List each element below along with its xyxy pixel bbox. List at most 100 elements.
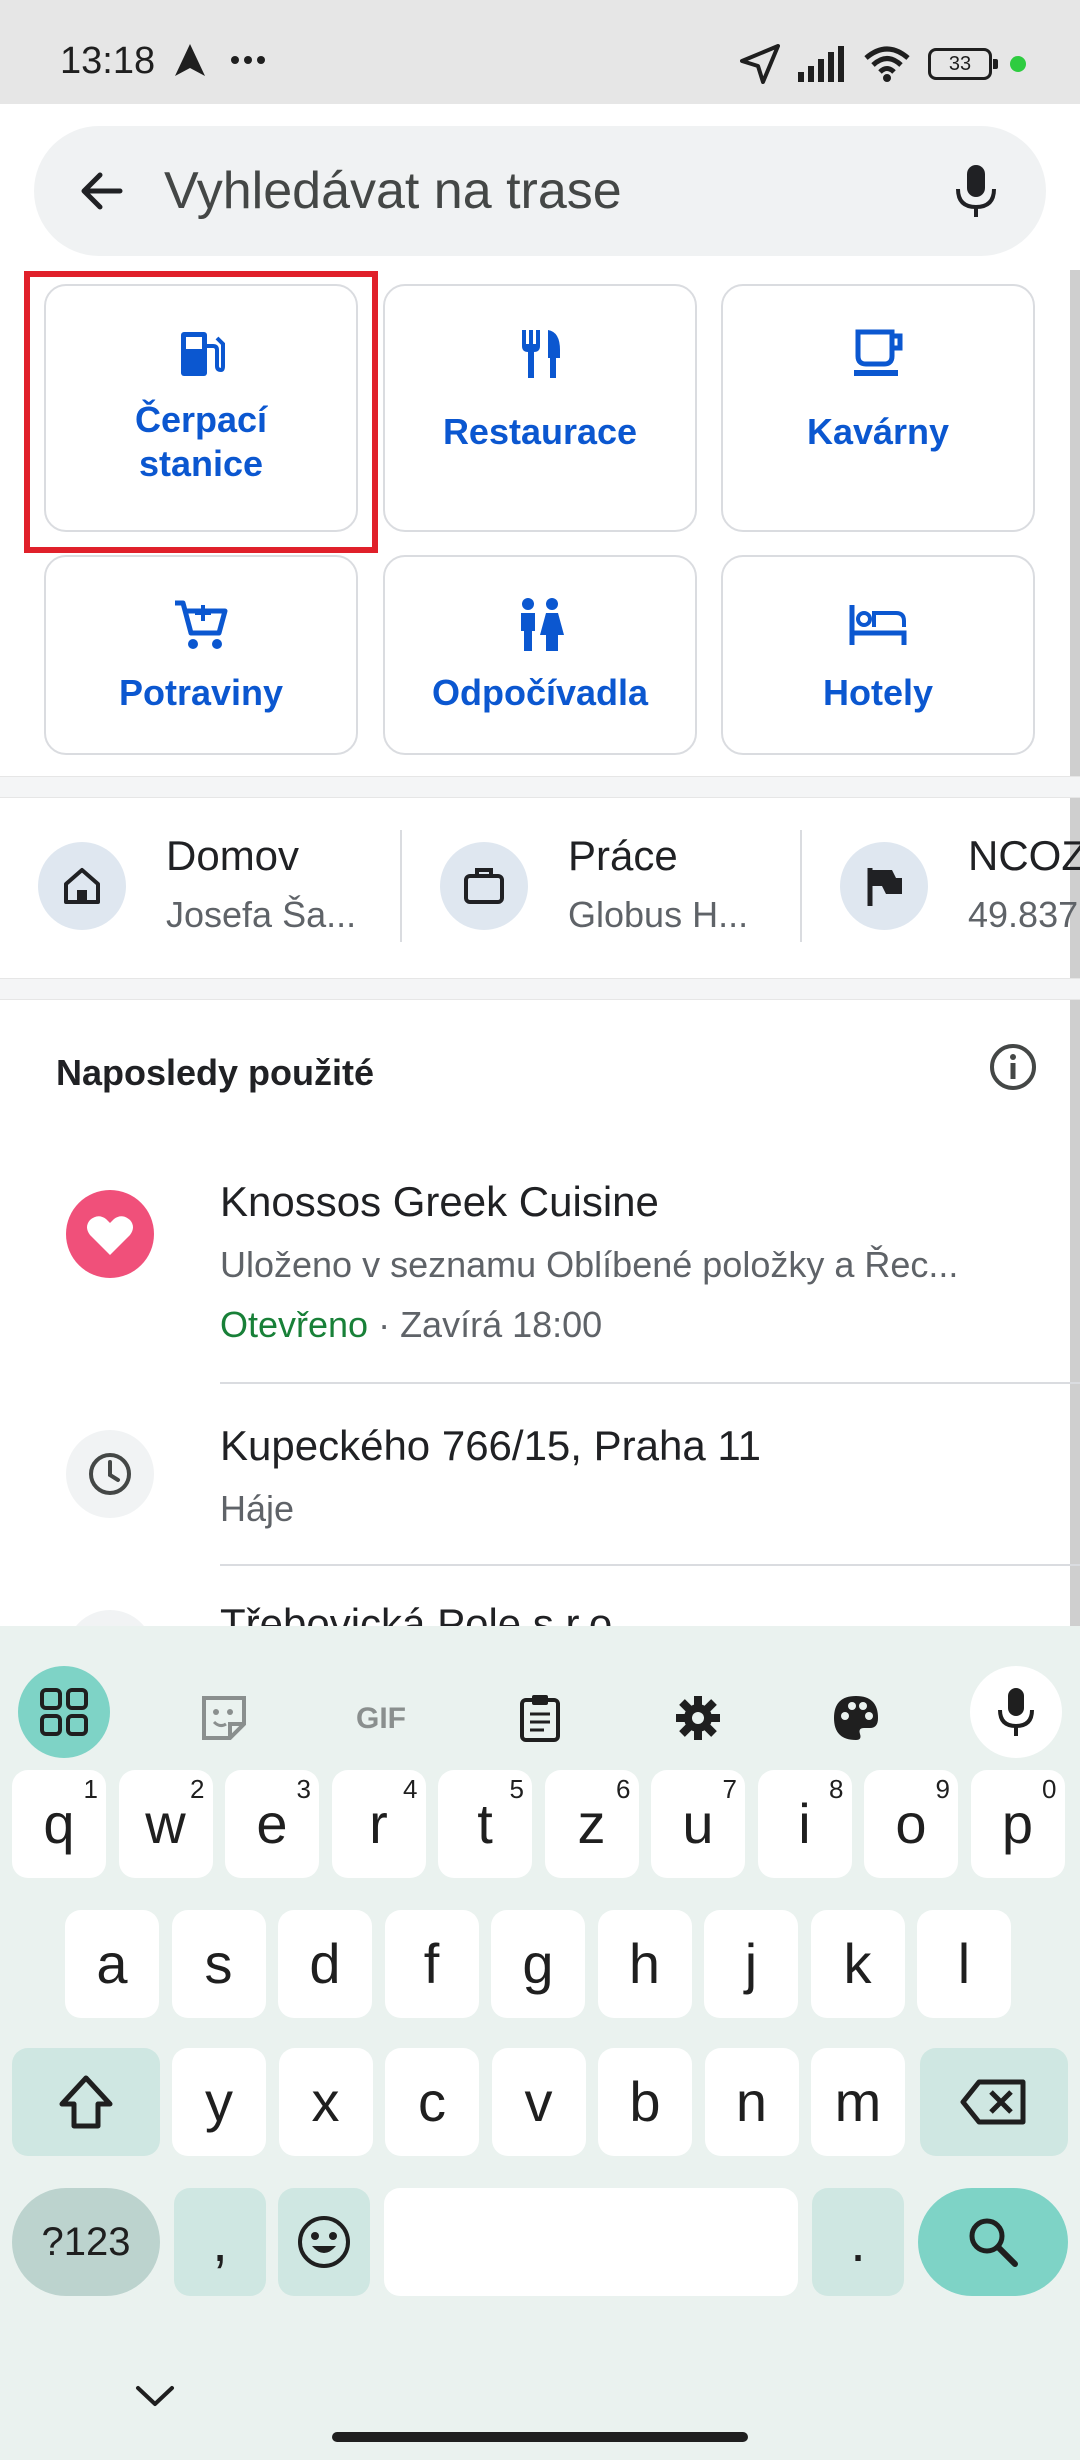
recent-item-subtitle: Háje xyxy=(220,1488,295,1529)
shift-key[interactable] xyxy=(12,2048,160,2156)
shortcut-work-subtitle: Globus H... xyxy=(568,894,749,935)
category-restroom-button[interactable]: Odpočívadla xyxy=(383,555,697,755)
section-divider xyxy=(0,776,1080,798)
recent-section-title: Naposledy použité xyxy=(56,1052,375,1093)
key-l[interactable]: l xyxy=(917,1910,1011,2018)
gear-icon xyxy=(676,1696,720,1740)
comma-key[interactable]: , xyxy=(174,2188,266,2296)
key-w[interactable]: w2 xyxy=(118,1770,213,1878)
keyboard-gif-button[interactable]: GIF xyxy=(336,1672,426,1762)
key-o[interactable]: o9 xyxy=(864,1770,958,1878)
shift-icon xyxy=(59,2075,113,2129)
key-d[interactable]: d xyxy=(278,1910,372,2018)
recent-item-knossos[interactable]: Knossos Greek Cuisine Uloženo v seznamu … xyxy=(0,1160,1080,1390)
key-label: w xyxy=(145,1792,186,1855)
key-label: y xyxy=(205,2070,233,2133)
key-label: i xyxy=(798,1792,811,1855)
shortcut-work[interactable]: Práce Globus H... xyxy=(440,832,780,942)
navigation-arrow-icon xyxy=(175,44,205,76)
key-label: k xyxy=(843,1932,872,1995)
info-icon[interactable] xyxy=(988,1042,1038,1092)
key-g[interactable]: g xyxy=(491,1910,585,2018)
space-key[interactable] xyxy=(384,2188,798,2296)
recent-item-kupeckeho[interactable]: Kupeckého 766/15, Praha 11 Háje xyxy=(0,1400,1080,1560)
palette-icon xyxy=(834,1696,878,1740)
key-p[interactable]: p0 xyxy=(970,1770,1065,1878)
coffee-icon xyxy=(854,329,903,376)
emoji-key[interactable] xyxy=(278,2188,370,2296)
key-number-hint: 3 xyxy=(296,1774,311,1804)
backspace-key[interactable] xyxy=(920,2048,1068,2156)
key-label: a xyxy=(96,1932,128,1995)
key-label: r xyxy=(369,1792,388,1855)
key-h[interactable]: h xyxy=(597,1910,692,2018)
shortcut-flag[interactable]: NCOZ 49.837 xyxy=(840,832,1080,942)
shortcut-home[interactable]: Domov Josefa Ša... xyxy=(38,832,378,942)
selection-highlight xyxy=(24,271,378,553)
back-arrow-icon[interactable] xyxy=(72,161,132,221)
key-t[interactable]: t5 xyxy=(438,1770,532,1878)
key-u[interactable]: u7 xyxy=(651,1770,745,1878)
keyboard-voice-button[interactable] xyxy=(970,1666,1062,1758)
key-label: j xyxy=(744,1932,758,1995)
shortcut-home-subtitle: Josefa Ša... xyxy=(166,894,357,935)
category-grocery-button[interactable]: Potraviny xyxy=(44,555,358,755)
category-hotel-button[interactable]: Hotely xyxy=(721,555,1035,755)
key-a[interactable]: a xyxy=(65,1910,159,2018)
key-b[interactable]: b xyxy=(598,2048,692,2156)
key-c[interactable]: c xyxy=(385,2048,479,2156)
key-number-hint: 9 xyxy=(935,1774,950,1804)
keyboard-search-key[interactable] xyxy=(918,2188,1068,2296)
recent-item-status: Otevřeno · Zavírá 18:00 xyxy=(220,1304,602,1346)
key-label: v xyxy=(524,2070,553,2133)
key-label: l xyxy=(957,1932,971,1995)
key-label: t xyxy=(477,1792,493,1855)
emoji-icon xyxy=(298,2216,350,2268)
search-icon xyxy=(969,2218,1018,2267)
microphone-icon[interactable] xyxy=(944,159,1008,223)
keyboard-settings-button[interactable] xyxy=(652,1672,742,1762)
recent-item-trebovicka[interactable]: Třebovická Pole s.r.o. xyxy=(0,1580,1080,1626)
key-q[interactable]: q1 xyxy=(12,1770,106,1878)
key-label: h xyxy=(628,1932,661,1995)
key-r[interactable]: r4 xyxy=(331,1770,426,1878)
key-j[interactable]: j xyxy=(704,1910,798,2018)
apps-grid-icon xyxy=(40,1688,88,1736)
signal-icon xyxy=(798,46,844,82)
key-label: z xyxy=(577,1792,606,1855)
key-label: m xyxy=(834,2070,882,2133)
saved-places-row: Domov Josefa Ša... Práce Globus H... NCO… xyxy=(0,800,1080,980)
keyboard-sticker-button[interactable] xyxy=(178,1672,268,1762)
category-grocery-label: Potraviny xyxy=(118,672,284,713)
key-label: u xyxy=(682,1792,714,1855)
sticker-icon xyxy=(202,1696,246,1740)
key-n[interactable]: n xyxy=(704,2048,799,2156)
keyboard-collapse-icon[interactable] xyxy=(130,2376,180,2416)
gesture-nav-bar[interactable] xyxy=(332,2432,748,2442)
category-restaurant-button[interactable]: Restaurace xyxy=(383,284,697,532)
key-i[interactable]: i8 xyxy=(757,1770,852,1878)
keyboard-apps-button[interactable] xyxy=(18,1666,110,1758)
category-restroom-label: Odpočívadla xyxy=(431,672,649,713)
shortcut-flag-subtitle: 49.837 xyxy=(968,894,1079,935)
key-number-hint: 6 xyxy=(616,1774,631,1804)
key-f[interactable]: f xyxy=(384,1910,479,2018)
key-m[interactable]: m xyxy=(811,2048,905,2156)
category-coffee-button[interactable]: Kavárny xyxy=(721,284,1035,532)
keyboard-clipboard-button[interactable] xyxy=(494,1672,584,1762)
key-label: o xyxy=(895,1792,927,1855)
period-key[interactable]: . xyxy=(812,2188,904,2296)
key-s[interactable]: s xyxy=(171,1910,266,2018)
key-v[interactable]: v xyxy=(491,2048,586,2156)
symbols-key[interactable]: ?123 xyxy=(12,2188,160,2296)
key-y[interactable]: y xyxy=(172,2048,266,2156)
keyboard-theme-button[interactable] xyxy=(810,1672,900,1762)
key-z[interactable]: z6 xyxy=(544,1770,639,1878)
list-divider xyxy=(220,1382,1080,1384)
recent-item-title: Třebovická Pole s.r.o. xyxy=(220,1600,624,1626)
key-e[interactable]: e3 xyxy=(225,1770,319,1878)
key-x[interactable]: x xyxy=(278,2048,373,2156)
key-label: s xyxy=(204,1932,233,1995)
key-k[interactable]: k xyxy=(810,1910,905,2018)
search-input[interactable] xyxy=(164,156,944,226)
